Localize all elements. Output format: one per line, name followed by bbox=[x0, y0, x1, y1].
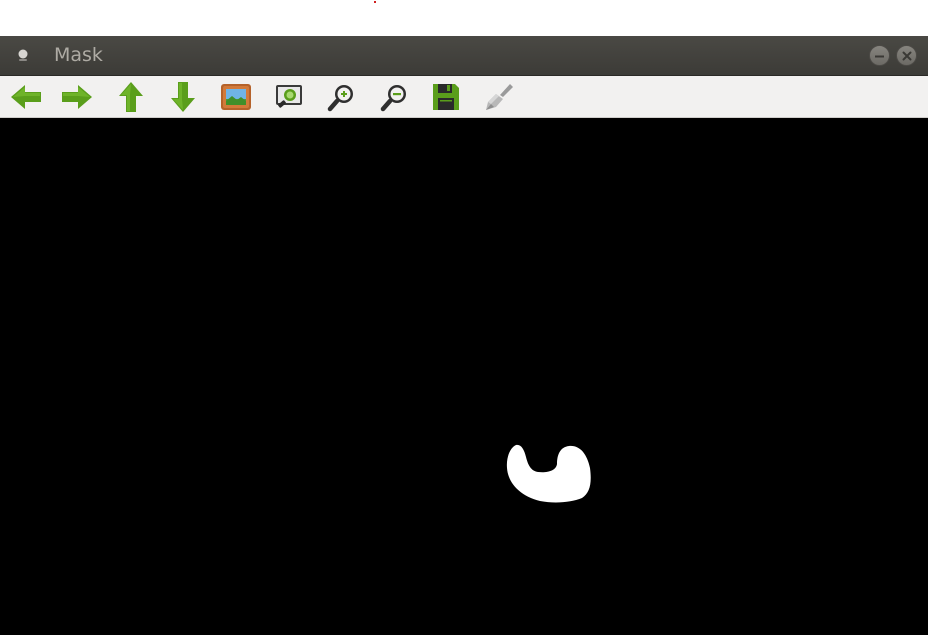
close-button[interactable] bbox=[896, 45, 917, 66]
zoom-in-button[interactable] bbox=[324, 80, 358, 114]
zoom-fit-button[interactable] bbox=[272, 80, 306, 114]
mask-window: Mask bbox=[0, 36, 928, 635]
mask-image-canvas[interactable] bbox=[0, 118, 928, 635]
zoom-out-icon bbox=[380, 85, 406, 112]
desktop-background bbox=[0, 0, 928, 36]
arrow-up-icon bbox=[119, 82, 143, 112]
brush-icon bbox=[486, 84, 513, 110]
zoom-fit-icon bbox=[276, 85, 302, 108]
arrow-down-icon bbox=[171, 82, 195, 112]
close-icon bbox=[902, 51, 912, 61]
image-toolbar bbox=[0, 76, 928, 118]
mask-region bbox=[506, 444, 591, 503]
pan-left-button[interactable] bbox=[9, 80, 43, 114]
pan-right-button[interactable] bbox=[60, 80, 94, 114]
zoom-in-icon bbox=[327, 85, 353, 112]
minimize-icon bbox=[875, 55, 884, 58]
reset-view-button[interactable] bbox=[219, 80, 253, 114]
save-button[interactable] bbox=[429, 80, 463, 114]
minimize-button[interactable] bbox=[869, 45, 890, 66]
window-titlebar[interactable]: Mask bbox=[0, 36, 928, 76]
pan-up-button[interactable] bbox=[114, 80, 148, 114]
red-pixel-marker bbox=[374, 1, 376, 3]
arrow-right-icon bbox=[62, 85, 92, 109]
window-title: Mask bbox=[54, 44, 103, 66]
arrow-left-icon bbox=[11, 85, 41, 109]
zoom-out-button[interactable] bbox=[377, 80, 411, 114]
app-icon bbox=[18, 49, 28, 61]
image-icon bbox=[221, 84, 251, 110]
save-icon bbox=[433, 84, 459, 110]
pan-down-button[interactable] bbox=[166, 80, 200, 114]
clear-button[interactable] bbox=[481, 80, 515, 114]
